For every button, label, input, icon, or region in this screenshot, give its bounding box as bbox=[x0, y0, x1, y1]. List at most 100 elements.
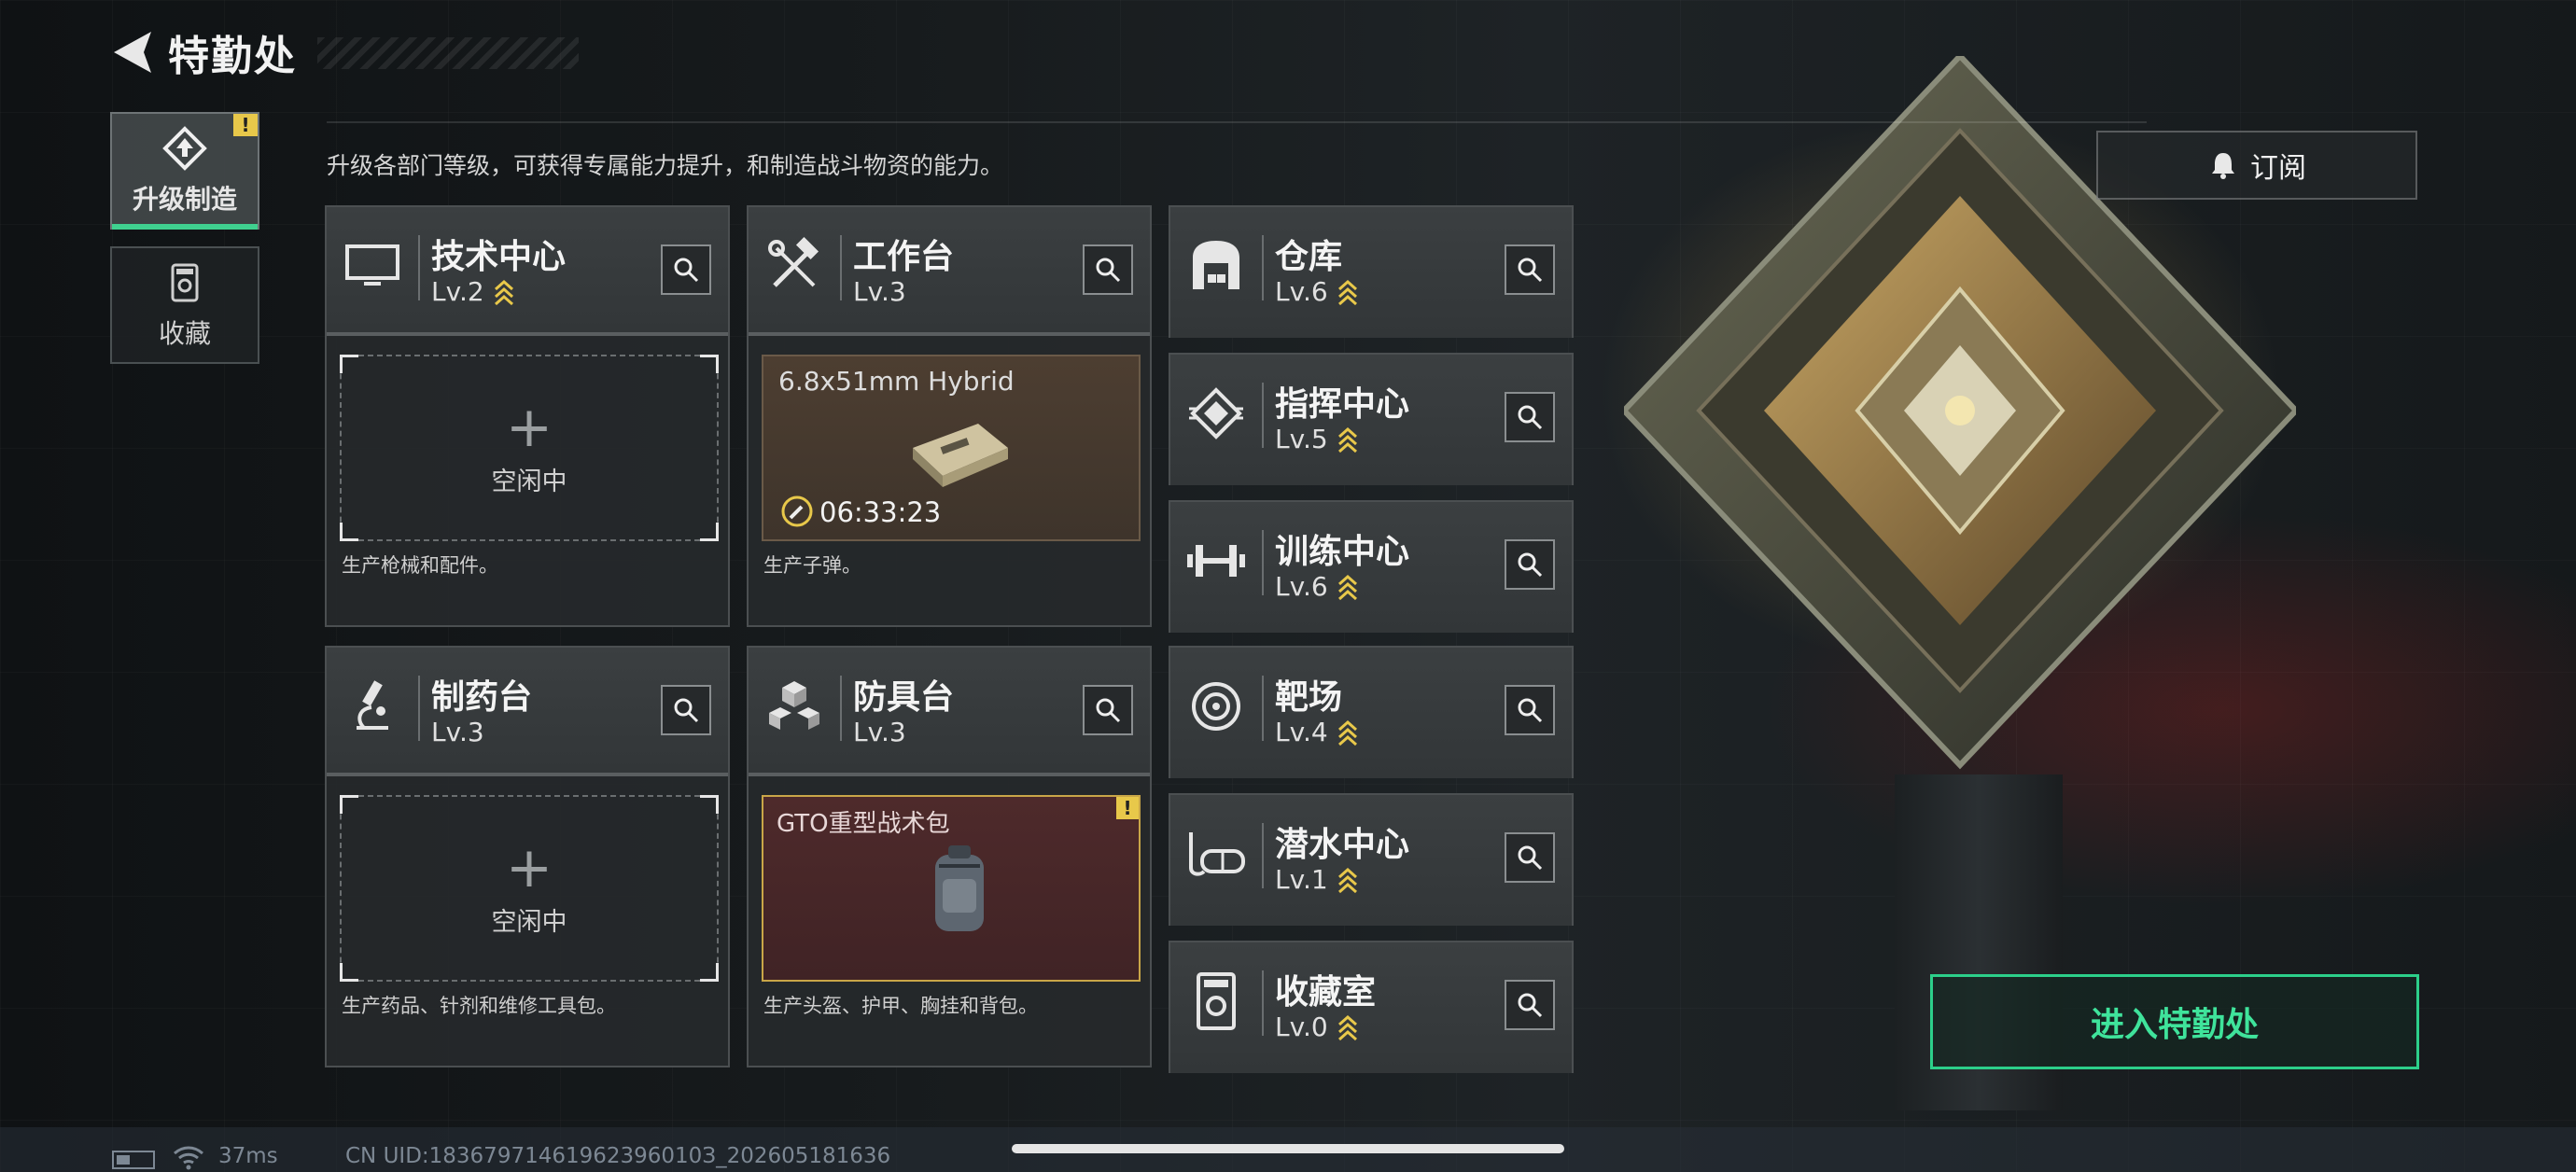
card-header: 靶场 Lv.4 bbox=[1170, 648, 1572, 778]
craft-slot-in-progress[interactable]: 6.8x51mm Hybrid 06:33:23 bbox=[762, 355, 1141, 541]
facility-level: Lv.6 bbox=[1275, 276, 1358, 307]
facility-level: Lv.0 bbox=[1275, 1012, 1358, 1042]
level-up-chevrons-icon bbox=[1337, 867, 1357, 893]
facility-card-warehouse[interactable]: 仓库 Lv.6 bbox=[1169, 205, 1574, 338]
card-separator bbox=[418, 676, 420, 741]
facility-name: 仓库 bbox=[1275, 238, 1343, 276]
subscribe-button[interactable]: 订阅 bbox=[2096, 131, 2417, 200]
facility-card-tech-center[interactable]: 技术中心 Lv.2 + 空闲中 生产枪械和配件。 bbox=[325, 205, 730, 627]
search-button[interactable] bbox=[1505, 832, 1555, 883]
hammer-wrench-icon bbox=[768, 236, 819, 287]
divider-line bbox=[327, 121, 2147, 123]
card-header: 技术中心 Lv.2 bbox=[327, 207, 728, 336]
search-icon bbox=[1518, 258, 1543, 283]
card-header: 防具台 Lv.3 bbox=[749, 648, 1150, 776]
card-separator bbox=[1262, 823, 1264, 888]
search-icon bbox=[1096, 258, 1121, 283]
facility-card-diving-center[interactable]: 潜水中心 Lv.1 bbox=[1169, 793, 1574, 926]
card-separator bbox=[1262, 530, 1264, 595]
level-text: Lv.3 bbox=[431, 717, 484, 747]
facility-card-command-center[interactable]: 指挥中心 Lv.5 bbox=[1169, 353, 1574, 485]
facility-level: Lv.5 bbox=[1275, 424, 1358, 454]
level-text: Lv.4 bbox=[1275, 717, 1328, 747]
facility-card-collection-room[interactable]: 收藏室 Lv.0 bbox=[1169, 941, 1574, 1073]
card-separator bbox=[1262, 970, 1264, 1036]
level-text: Lv.6 bbox=[1275, 276, 1328, 307]
search-button[interactable] bbox=[1505, 980, 1555, 1030]
card-header: 潜水中心 Lv.1 bbox=[1170, 795, 1572, 926]
level-up-chevrons-icon bbox=[494, 279, 513, 305]
search-button[interactable] bbox=[1505, 539, 1555, 590]
level-up-chevrons-icon bbox=[1337, 719, 1357, 746]
header: 特勤处 bbox=[110, 26, 297, 80]
card-header: 制药台 Lv.3 bbox=[327, 648, 728, 776]
level-text: Lv.6 bbox=[1275, 571, 1328, 602]
facility-level: Lv.3 bbox=[431, 717, 484, 747]
subscribe-label: 订阅 bbox=[2250, 152, 2306, 185]
search-icon bbox=[1518, 698, 1543, 723]
back-arrow-icon[interactable] bbox=[110, 26, 155, 78]
search-button[interactable] bbox=[1505, 685, 1555, 735]
tab-alert-badge: ! bbox=[233, 114, 258, 136]
search-button[interactable] bbox=[1083, 685, 1133, 735]
search-button[interactable] bbox=[1505, 392, 1555, 442]
facility-level: Lv.6 bbox=[1275, 571, 1358, 602]
facility-card-training-center[interactable]: 训练中心 Lv.6 bbox=[1169, 500, 1574, 633]
item-alert-badge: ! bbox=[1116, 797, 1139, 819]
idle-label: 空闲中 bbox=[491, 467, 567, 496]
diving-mask-icon bbox=[1189, 832, 1245, 876]
facility-name: 工作台 bbox=[853, 238, 955, 276]
tab-label: 收藏 bbox=[158, 318, 211, 349]
card-separator bbox=[1262, 383, 1264, 448]
search-button[interactable] bbox=[1083, 244, 1133, 295]
tab-upgrade-craft[interactable]: ! 升级制造 bbox=[110, 112, 259, 230]
facility-name: 指挥中心 bbox=[1275, 385, 1410, 424]
card-footer: 生产头盔、护甲、胸挂和背包。 bbox=[763, 995, 1038, 1017]
facility-card-pharmacy[interactable]: 制药台 Lv.3 + 空闲中 生产药品、针剂和维修工具包。 bbox=[325, 646, 730, 1067]
craft-slot-empty[interactable]: + 空闲中 bbox=[340, 355, 719, 541]
card-separator bbox=[840, 676, 842, 741]
level-up-chevrons-icon bbox=[1337, 279, 1357, 305]
card-header: 指挥中心 Lv.5 bbox=[1170, 355, 1572, 485]
slot-corner bbox=[700, 355, 719, 373]
facility-level: Lv.2 bbox=[431, 276, 514, 307]
facility-level: Lv.1 bbox=[1275, 864, 1358, 895]
search-button[interactable] bbox=[661, 244, 711, 295]
facility-name: 靶场 bbox=[1275, 678, 1343, 717]
slot-corner bbox=[700, 963, 719, 982]
facility-card-armor[interactable]: 防具台 Lv.3 GTO重型战术包 ! 生产头盔、护甲、胸挂和背包。 bbox=[747, 646, 1152, 1067]
plus-icon: + bbox=[505, 394, 553, 460]
facility-name: 制药台 bbox=[431, 678, 533, 717]
level-text: Lv.3 bbox=[853, 276, 906, 307]
card-footer: 生产药品、针剂和维修工具包。 bbox=[342, 995, 616, 1017]
tab-collection[interactable]: 收藏 bbox=[110, 246, 259, 364]
slot-corner bbox=[340, 523, 358, 541]
card-header: 工作台 Lv.3 bbox=[749, 207, 1150, 336]
search-icon bbox=[1518, 405, 1543, 430]
level-up-chevrons-icon bbox=[1337, 574, 1357, 600]
plus-icon: + bbox=[505, 834, 553, 900]
card-separator bbox=[1262, 676, 1264, 741]
level-text: Lv.3 bbox=[853, 717, 906, 747]
level-text: Lv.2 bbox=[431, 276, 484, 307]
facility-card-shooting-range[interactable]: 靶场 Lv.4 bbox=[1169, 646, 1574, 778]
crafting-item-name: 6.8x51mm Hybrid bbox=[778, 366, 1015, 397]
craft-slot-completed[interactable]: GTO重型战术包 ! bbox=[762, 795, 1141, 982]
slot-corner bbox=[340, 795, 358, 814]
level-text: Lv.1 bbox=[1275, 864, 1328, 895]
craft-slot-empty[interactable]: + 空闲中 bbox=[340, 795, 719, 982]
search-button[interactable] bbox=[661, 685, 711, 735]
crafting-item-name: GTO重型战术包 bbox=[777, 810, 950, 838]
search-icon bbox=[1518, 993, 1543, 1018]
page-title: 特勤处 bbox=[168, 33, 297, 80]
facility-card-workbench[interactable]: 工作台 Lv.3 6.8x51mm Hybrid 06:33:23 生产子弹。 bbox=[747, 205, 1152, 627]
search-icon bbox=[674, 258, 699, 283]
search-button[interactable] bbox=[1505, 244, 1555, 295]
card-separator bbox=[840, 235, 842, 300]
facility-name: 技术中心 bbox=[431, 238, 567, 276]
home-indicator[interactable] bbox=[1012, 1144, 1564, 1153]
enter-special-ops-button[interactable]: 进入特勤处 bbox=[1930, 974, 2419, 1069]
facility-name: 潜水中心 bbox=[1275, 826, 1410, 864]
monitor-icon bbox=[345, 244, 399, 286]
tab-label: 升级制造 bbox=[132, 184, 237, 215]
